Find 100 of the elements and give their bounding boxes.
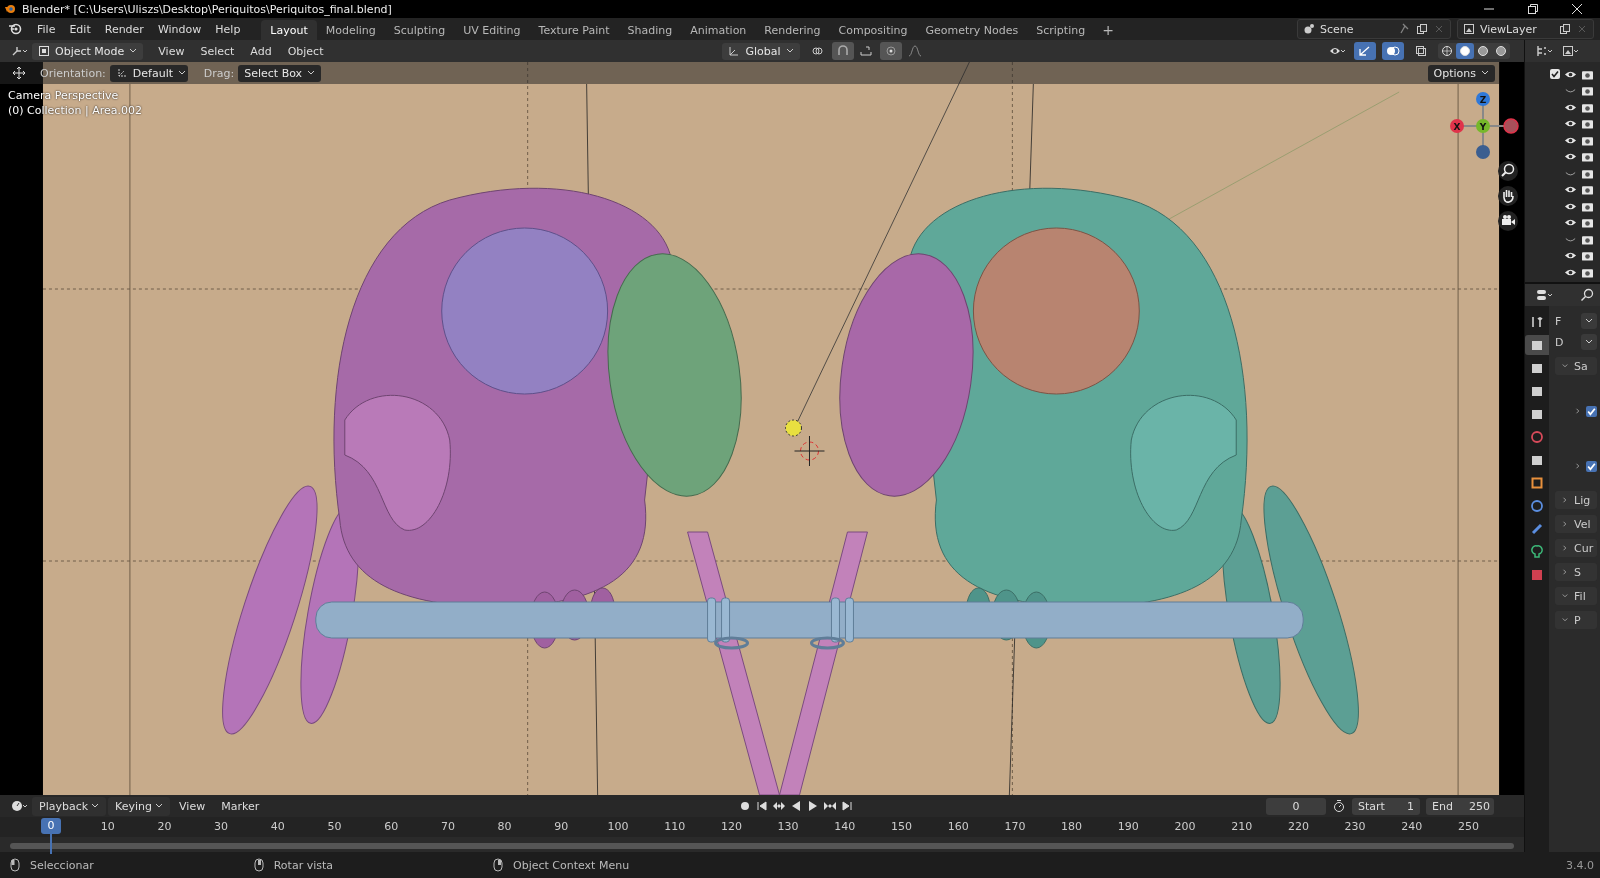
previous-keyframe-icon[interactable]: [772, 799, 787, 813]
menu-item[interactable]: Help: [208, 19, 248, 39]
caret-icon: [1561, 617, 1570, 623]
frame-number: 70: [439, 820, 456, 833]
zoom-icon[interactable]: [1498, 161, 1518, 181]
current-frame-field[interactable]: 0: [1266, 797, 1327, 815]
panel-header[interactable]: Cur: [1555, 539, 1597, 557]
proportional-edit-icon[interactable]: [879, 42, 902, 60]
workspace-tab[interactable]: Texture Paint: [529, 20, 619, 40]
panel-header[interactable]: Sa: [1555, 357, 1597, 375]
gizmo-toggle-icon[interactable]: [1354, 42, 1377, 60]
property-label: F: [1555, 314, 1562, 328]
add-workspace-button[interactable]: +: [1094, 21, 1122, 40]
copy-icon[interactable]: [1416, 23, 1428, 35]
pin-icon[interactable]: [1399, 23, 1411, 35]
axis-handle[interactable]: Z: [1476, 92, 1490, 106]
panel-header[interactable]: Vel: [1555, 515, 1597, 533]
magnet-icon[interactable]: [831, 42, 854, 60]
close-icon[interactable]: [1572, 4, 1582, 14]
axis-handle[interactable]: Y: [1476, 119, 1490, 133]
frame-number: 30: [213, 820, 230, 833]
menu-item[interactable]: Keying: [108, 796, 171, 816]
workspace-tab[interactable]: Shading: [618, 20, 682, 40]
timeline-scrollbar[interactable]: [10, 843, 1515, 849]
view-layer-selector[interactable]: ViewLayer: [1457, 19, 1594, 39]
jump-start-icon[interactable]: [755, 799, 770, 813]
menu-item[interactable]: View: [172, 796, 213, 816]
workspace-tab[interactable]: Geometry Nodes: [916, 20, 1028, 40]
caret-icon: [155, 803, 164, 809]
menu-item[interactable]: Playback: [32, 796, 107, 816]
wrench-icon: [1530, 315, 1545, 329]
frame-number: 110: [663, 820, 687, 833]
window-title: Blender* [C:\Users\Uliszs\Desktop\Periquitos\Periquitos_final.blend]: [22, 2, 392, 16]
workspace-tab[interactable]: Layout: [261, 20, 317, 40]
mode-dropdown[interactable]: Object Mode: [32, 42, 144, 60]
panel-header[interactable]: S: [1555, 563, 1597, 581]
scene-selector[interactable]: Scene: [1297, 19, 1451, 39]
orientation-dropdown[interactable]: Global: [722, 42, 800, 60]
menu-item[interactable]: Marker: [214, 796, 267, 816]
menu-item[interactable]: File: [30, 19, 63, 39]
workspace-tab[interactable]: Modeling: [316, 20, 385, 40]
frame-number: 170: [1003, 820, 1027, 833]
workspace-tab[interactable]: Sculpting: [384, 20, 455, 40]
overlays-toggle-icon[interactable]: [1382, 42, 1405, 60]
shading-mode-button[interactable]: [1456, 43, 1475, 59]
panel-header[interactable]: P: [1555, 611, 1597, 629]
frame-number: 50: [326, 820, 343, 833]
object-mode-icon: [38, 45, 50, 57]
cursor-icon: [794, 435, 825, 467]
menu-item[interactable]: Select: [193, 41, 242, 61]
axis-handle[interactable]: [1476, 145, 1490, 159]
sphere-icon: [1459, 45, 1472, 57]
dropdown-button[interactable]: [1581, 334, 1597, 350]
menu-item[interactable]: View: [151, 41, 192, 61]
playhead[interactable]: 0: [41, 818, 61, 834]
start-frame-field[interactable]: Start 1: [1352, 797, 1421, 815]
restore-icon[interactable]: [1528, 4, 1538, 14]
bulb-icon: [1530, 545, 1545, 559]
light-icon: [785, 419, 802, 437]
next-keyframe-icon[interactable]: [823, 799, 838, 813]
frame-number: 140: [833, 820, 857, 833]
status-hint: Seleccionar: [30, 858, 94, 872]
menu-item[interactable]: Render: [97, 19, 151, 39]
menu-item[interactable]: Window: [150, 19, 209, 39]
sphere-icon: [1495, 45, 1508, 57]
menu-item[interactable]: Edit: [62, 19, 98, 39]
axis-handle[interactable]: [1503, 118, 1519, 134]
panel-header[interactable]: Fil: [1555, 587, 1597, 605]
end-frame-field[interactable]: End 250: [1426, 797, 1495, 815]
checkbox[interactable]: [1586, 460, 1597, 472]
workspace-tab[interactable]: Animation: [681, 20, 756, 40]
sphere-icon: [1441, 45, 1454, 57]
panel-header[interactable]: Lig: [1555, 491, 1597, 509]
checkbox[interactable]: [1550, 69, 1560, 80]
version-label: 3.4.0: [1566, 858, 1595, 872]
frame-number: 60: [383, 820, 400, 833]
workspace-tab[interactable]: Compositing: [829, 20, 917, 40]
workspace-tab[interactable]: Scripting: [1027, 20, 1095, 40]
caret-icon[interactable]: [1574, 463, 1582, 469]
workspace-tab[interactable]: Rendering: [755, 20, 830, 40]
properties-tab[interactable]: [1525, 335, 1550, 355]
blender-logo-icon[interactable]: [8, 22, 22, 36]
axes-icon: [728, 45, 741, 57]
frame-number: 220: [1286, 820, 1310, 833]
workspace-tab[interactable]: UV Editing: [454, 20, 530, 40]
caret-icon: [178, 70, 186, 76]
caret-icon[interactable]: [1574, 408, 1582, 414]
hand-icon[interactable]: [1498, 186, 1518, 206]
stopwatch-icon[interactable]: [1332, 799, 1347, 813]
frame-number: 90: [553, 820, 570, 833]
menu-item[interactable]: Add: [243, 41, 279, 61]
checkbox[interactable]: [1586, 405, 1597, 417]
copy-icon[interactable]: [1559, 23, 1571, 35]
menu-item[interactable]: Object: [280, 41, 331, 61]
blender-logo-icon: [4, 3, 16, 15]
mouse-icon: [253, 858, 264, 872]
axis-handle[interactable]: X: [1450, 119, 1464, 133]
dropdown-button[interactable]: [1581, 313, 1597, 329]
frame-number: 210: [1230, 820, 1254, 833]
jump-end-icon[interactable]: [840, 799, 855, 813]
